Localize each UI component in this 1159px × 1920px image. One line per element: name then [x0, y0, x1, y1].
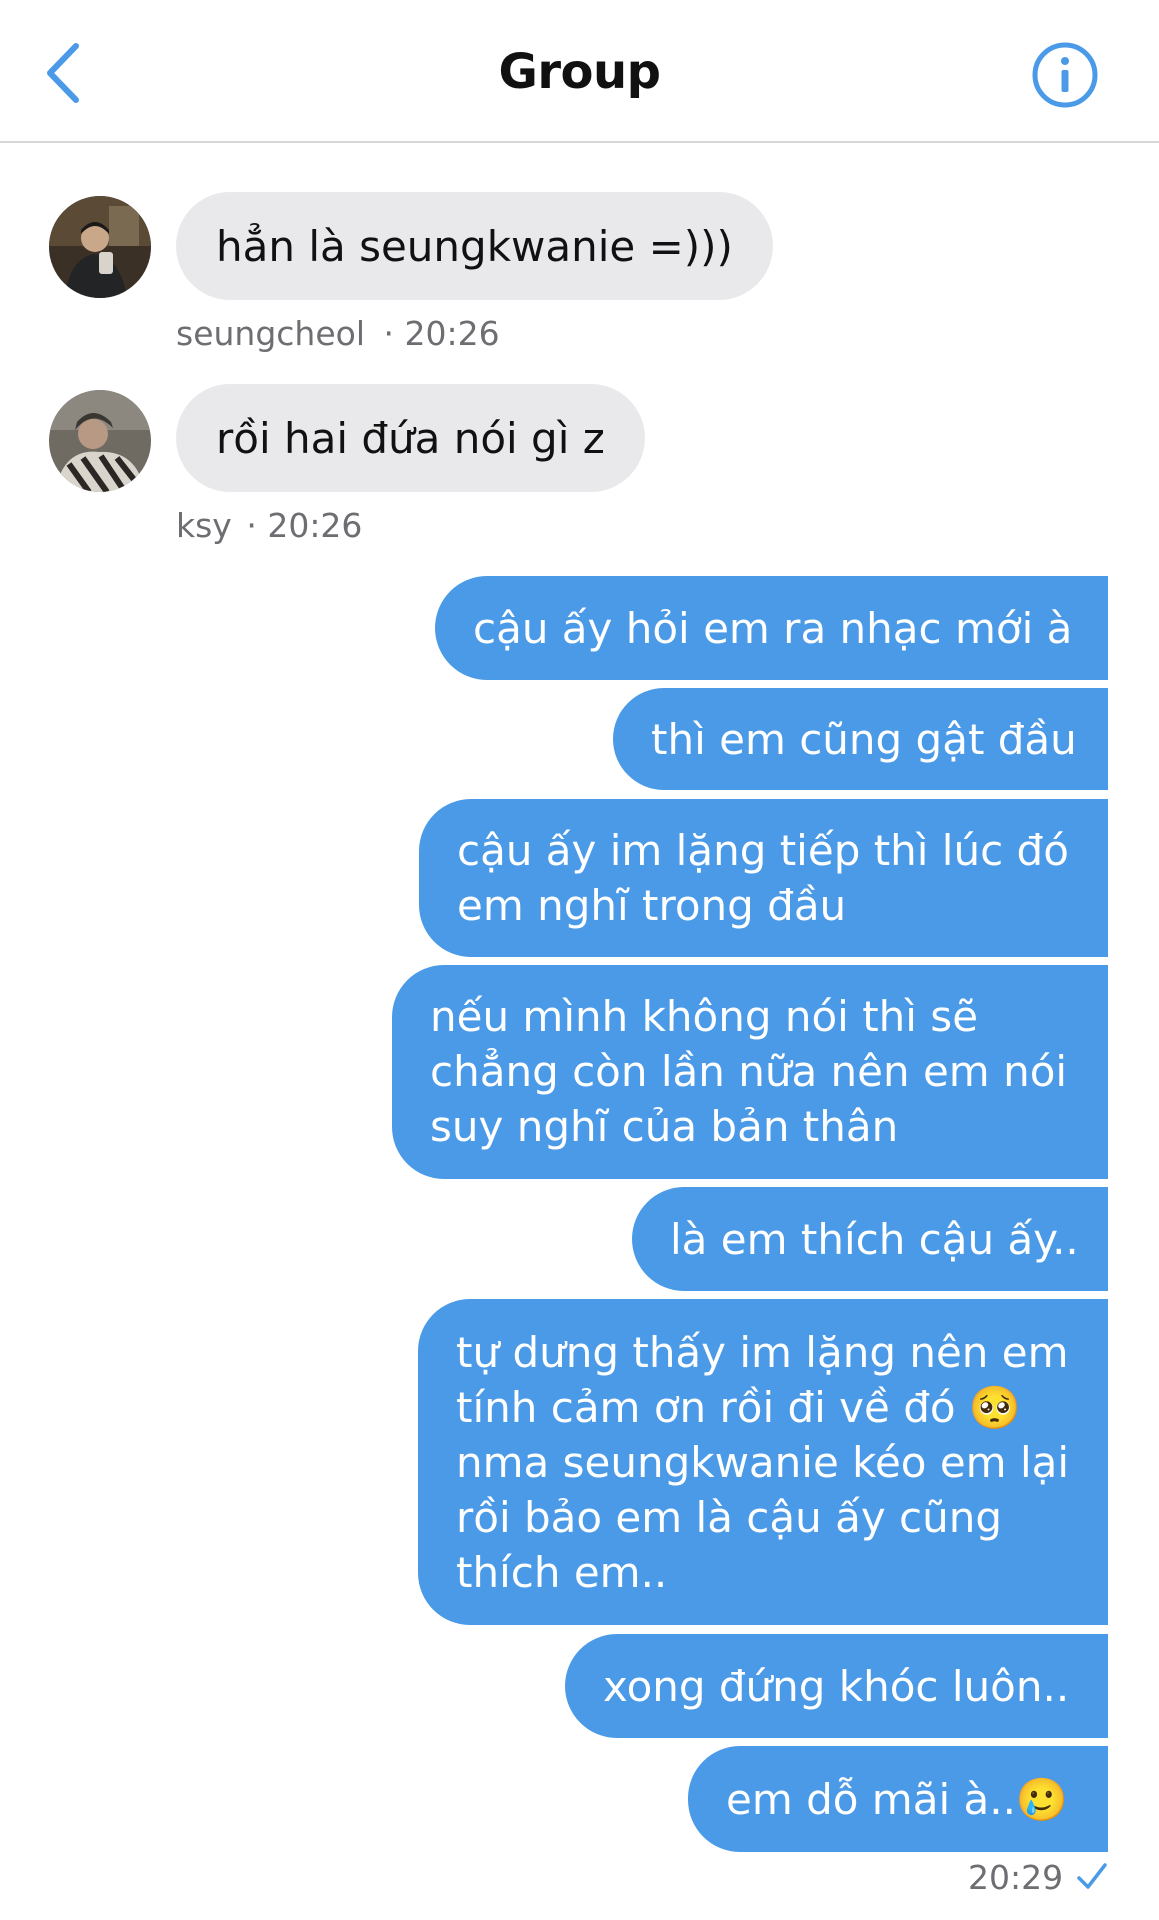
- nav-header: Group: [0, 0, 1159, 143]
- avatar[interactable]: [49, 196, 151, 298]
- message-time: · 20:26: [383, 314, 500, 353]
- message-line: thích em..: [456, 1548, 668, 1597]
- message-text: rồi hai đứa nói gì z: [216, 413, 605, 463]
- message-line: nếu mình không nói thì sẽ: [430, 992, 979, 1041]
- page-title: Group: [498, 44, 661, 100]
- message-line: rồi bảo em là cậu ấy cũng: [456, 1493, 1003, 1542]
- outgoing-message: là em thích cậu ấy..: [632, 1187, 1108, 1291]
- outgoing-message: cậu ấy hỏi em ra nhạc mới à: [435, 576, 1108, 680]
- outgoing-message: nếu mình không nói thì sẽ chẳng còn lần …: [392, 965, 1108, 1179]
- sender-name: ksy: [176, 506, 232, 545]
- message-line: là em thích cậu ấy..: [670, 1214, 1079, 1264]
- avatar[interactable]: [49, 390, 151, 492]
- message-line: xong đứng khóc luôn..: [603, 1661, 1070, 1711]
- message-time: · 20:26: [246, 506, 363, 545]
- message-line: tính cảm ơn rồi đi về đó 🥺: [456, 1383, 1022, 1432]
- outgoing-message: cậu ấy im lặng tiếp thì lúc đó em nghĩ t…: [419, 799, 1108, 957]
- incoming-message: rồi hai đứa nói gì z: [176, 384, 645, 492]
- outgoing-message: em dỗ mãi à..🥲: [688, 1746, 1108, 1852]
- message-time: 20:29: [968, 1858, 1064, 1897]
- message-meta: seungcheol · 20:26: [176, 314, 500, 353]
- outgoing-message: tự dưng thấy im lặng nên em tính cảm ơn …: [418, 1299, 1108, 1625]
- outgoing-message: thì em cũng gật đầu: [613, 688, 1108, 790]
- message-line: thì em cũng gật đầu: [651, 714, 1077, 764]
- sender-name: seungcheol: [176, 314, 365, 353]
- checkmark-icon: [1077, 1863, 1107, 1889]
- info-icon[interactable]: [1030, 40, 1100, 110]
- message-line: cậu ấy hỏi em ra nhạc mới à: [473, 603, 1073, 653]
- message-text: hẳn là seungkwanie =))): [216, 221, 733, 271]
- message-line: cậu ấy im lặng tiếp thì lúc đó: [457, 826, 1069, 875]
- message-meta: ksy · 20:26: [176, 506, 362, 545]
- incoming-message: hẳn là seungkwanie =))): [176, 192, 773, 300]
- message-line: em dỗ mãi à..🥲: [726, 1774, 1069, 1824]
- message-line: nma seungkwanie kéo em lại: [456, 1438, 1070, 1487]
- message-line: chẳng còn lần nữa nên em nói: [430, 1047, 1068, 1096]
- message-line: suy nghĩ của bản thân: [430, 1102, 899, 1151]
- outgoing-message: xong đứng khóc luôn..: [565, 1634, 1108, 1738]
- message-line: em nghĩ trong đầu: [457, 881, 847, 930]
- message-line: tự dưng thấy im lặng nên em: [456, 1328, 1069, 1377]
